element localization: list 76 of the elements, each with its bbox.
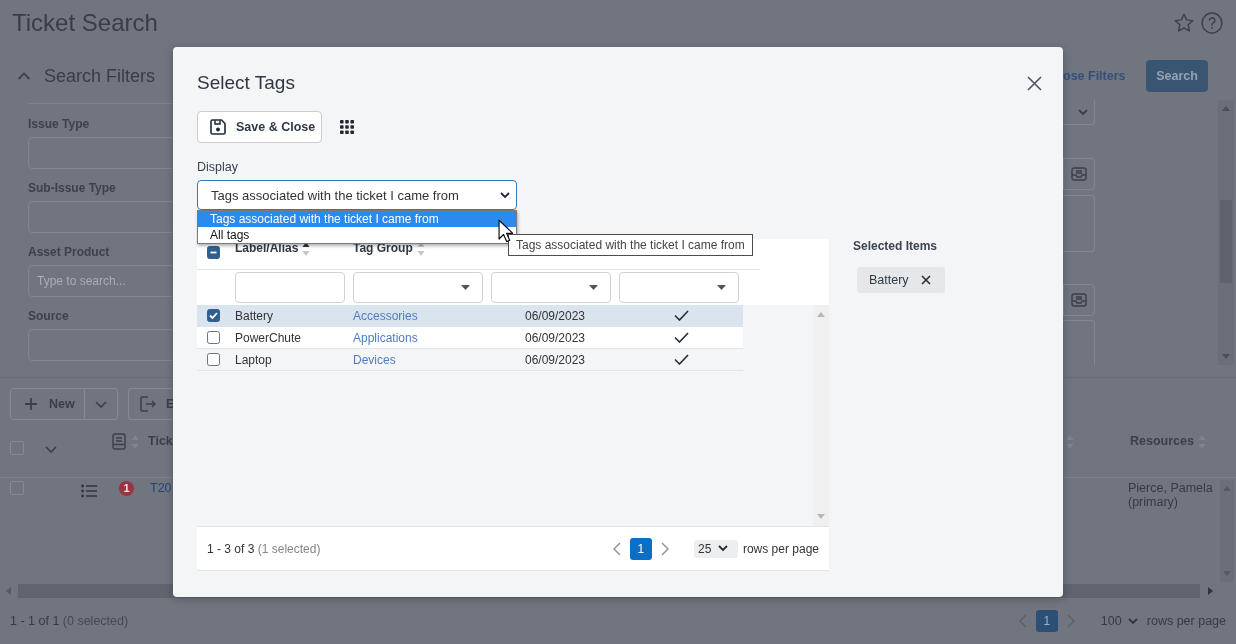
chevron-down-icon [500, 191, 510, 199]
arrow-up-icon[interactable] [817, 312, 825, 317]
column-header[interactable]: Label/Alias [235, 241, 299, 255]
tag-chip[interactable]: Battery [857, 267, 945, 293]
tag-group-link[interactable]: Devices [353, 352, 396, 367]
table-cell-text: Battery [235, 308, 274, 323]
table-cell-text: Pierce, Pamela (primary) [1128, 481, 1214, 509]
list-icon[interactable] [81, 484, 97, 498]
inbox-button[interactable] [1063, 158, 1095, 190]
arrow-up-icon[interactable] [1222, 106, 1230, 111]
arrow-left-icon[interactable] [6, 587, 11, 595]
dropdown-button[interactable] [85, 388, 118, 420]
export-icon [138, 395, 156, 413]
section-title: Search Filters [44, 65, 156, 87]
rows-per-page-label: rows per page [1146, 614, 1226, 628]
arrow-down-icon[interactable] [1222, 354, 1230, 359]
chevron-down-icon [1127, 617, 1138, 625]
table-cell-text: Laptop [235, 352, 273, 367]
page-title: Ticket Search [12, 8, 158, 37]
field-label: Display [197, 160, 238, 174]
arrow-down-icon[interactable] [817, 514, 825, 519]
table-cell: 06/09/2023 [524, 330, 586, 345]
rows-per-page-label: rows per page [742, 541, 819, 556]
checkbox[interactable] [207, 331, 220, 344]
chevron-right-icon[interactable] [660, 541, 669, 556]
checkbox[interactable] [207, 246, 220, 259]
rows-per-page-select[interactable]: 25 [693, 539, 738, 558]
chevron-down-icon [718, 545, 729, 552]
grid-icon[interactable] [340, 120, 354, 134]
dialog-title: Select Tags [197, 71, 295, 95]
table-cell: 06/09/2023 [524, 308, 586, 323]
help-icon[interactable] [1201, 11, 1223, 34]
tag-group-link[interactable]: Applications [353, 330, 418, 345]
page-number[interactable]: 1 [629, 537, 652, 560]
table-row[interactable]: Battery Accessories 06/09/2023 [197, 305, 743, 327]
vertical-scrollbar[interactable] [1218, 100, 1234, 365]
caret-down-icon [461, 285, 470, 290]
close-button[interactable] [1026, 74, 1043, 92]
document-icon [112, 433, 126, 450]
dropdown-option[interactable]: Tags associated with the ticket I came from [198, 211, 516, 227]
filter-dropdown[interactable] [491, 272, 611, 303]
remove-icon[interactable] [920, 275, 931, 285]
table-row[interactable]: Laptop Devices 06/09/2023 [197, 349, 743, 371]
checkbox[interactable] [207, 309, 220, 322]
priority-badge: 1 [119, 481, 134, 496]
caret-down-icon [589, 285, 598, 290]
table-cell: 06/09/2023 [524, 352, 586, 367]
tooltip: Tags associated with the ticket I came from [508, 234, 753, 256]
star-icon[interactable] [1173, 11, 1195, 34]
tag-group-link[interactable]: Accessories [353, 308, 418, 323]
select-field[interactable]: Tags associated with the ticket I came from [197, 180, 517, 210]
inbox-icon [1071, 167, 1087, 181]
filter-input[interactable] [235, 272, 345, 303]
rows-per-page-select[interactable]: 100 [1096, 611, 1142, 631]
inbox-icon [1071, 293, 1087, 307]
search-button[interactable]: Search [1146, 60, 1208, 92]
record-count: 1 - 3 of 3 (1 selected) [207, 541, 321, 556]
section-title: Selected Items [853, 239, 938, 253]
checkbox[interactable] [207, 353, 220, 366]
arrow-right-icon[interactable] [1208, 587, 1213, 595]
page-number[interactable]: 1 [1035, 610, 1058, 632]
chevron-down-icon [95, 400, 107, 408]
chevron-down-icon [1078, 108, 1088, 116]
chevron-down-icon[interactable] [45, 446, 57, 453]
vertical-scrollbar[interactable] [813, 305, 829, 526]
table-row[interactable]: PowerChute Applications 06/09/2023 [197, 327, 743, 349]
inbox-button[interactable] [1063, 284, 1095, 316]
save-button[interactable]: Save & Close [197, 111, 322, 143]
chevron-left-icon[interactable] [612, 541, 621, 556]
filter-dropdown[interactable] [353, 272, 483, 303]
vertical-scrollbar[interactable] [1220, 480, 1234, 582]
close-icon [1027, 75, 1042, 91]
plus-icon [24, 397, 38, 411]
filter-dropdown[interactable] [619, 272, 739, 303]
caret-down-icon [717, 285, 726, 290]
table-cell-text: PowerChute [235, 330, 303, 345]
